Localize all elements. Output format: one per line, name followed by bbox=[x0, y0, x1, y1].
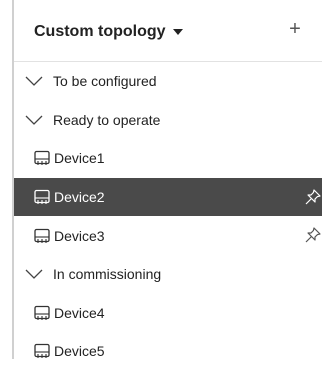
chevron-down-icon[interactable] bbox=[25, 268, 43, 280]
tree-group-label: Ready to operate bbox=[53, 111, 161, 128]
pin-icon[interactable] bbox=[304, 226, 322, 244]
caret-down-icon bbox=[172, 29, 183, 35]
tree-group-label: To be configured bbox=[53, 73, 157, 90]
panel-header: Custom topology + bbox=[14, 0, 322, 62]
tree-item-device4[interactable]: Device4 bbox=[14, 294, 322, 333]
topology-tree: To be configured Ready to operate Device… bbox=[14, 62, 322, 371]
tree-item-label: Device2 bbox=[54, 189, 105, 206]
tree-item-device5[interactable]: Device5 bbox=[14, 332, 322, 371]
tree-group-ready-to-operate[interactable]: Ready to operate bbox=[14, 101, 322, 140]
tree-item-device2[interactable]: Device2 bbox=[14, 177, 322, 217]
chevron-down-icon[interactable] bbox=[25, 75, 43, 87]
tree-item-label: Device5 bbox=[54, 343, 105, 360]
device-icon bbox=[34, 189, 50, 205]
tree-group-in-commissioning[interactable]: In commissioning bbox=[14, 255, 322, 294]
tree-item-device3[interactable]: Device3 bbox=[14, 216, 322, 255]
tree-item-label: Device1 bbox=[54, 150, 105, 167]
device-icon bbox=[34, 344, 50, 359]
add-button[interactable]: + bbox=[284, 18, 306, 40]
topology-selector[interactable]: Custom topology bbox=[34, 23, 183, 41]
tree-item-device1[interactable]: Device1 bbox=[14, 139, 322, 178]
tree-group-label: In commissioning bbox=[53, 266, 162, 283]
tree-item-label: Device4 bbox=[54, 304, 105, 321]
chevron-down-icon[interactable] bbox=[25, 114, 43, 126]
device-icon bbox=[34, 151, 50, 166]
topology-title: Custom topology bbox=[34, 23, 166, 40]
pin-icon[interactable] bbox=[304, 188, 322, 206]
tree-group-to-be-configured[interactable]: To be configured bbox=[14, 62, 322, 101]
device-icon bbox=[34, 305, 50, 320]
device-icon bbox=[34, 228, 50, 243]
tree-item-label: Device3 bbox=[54, 227, 105, 244]
